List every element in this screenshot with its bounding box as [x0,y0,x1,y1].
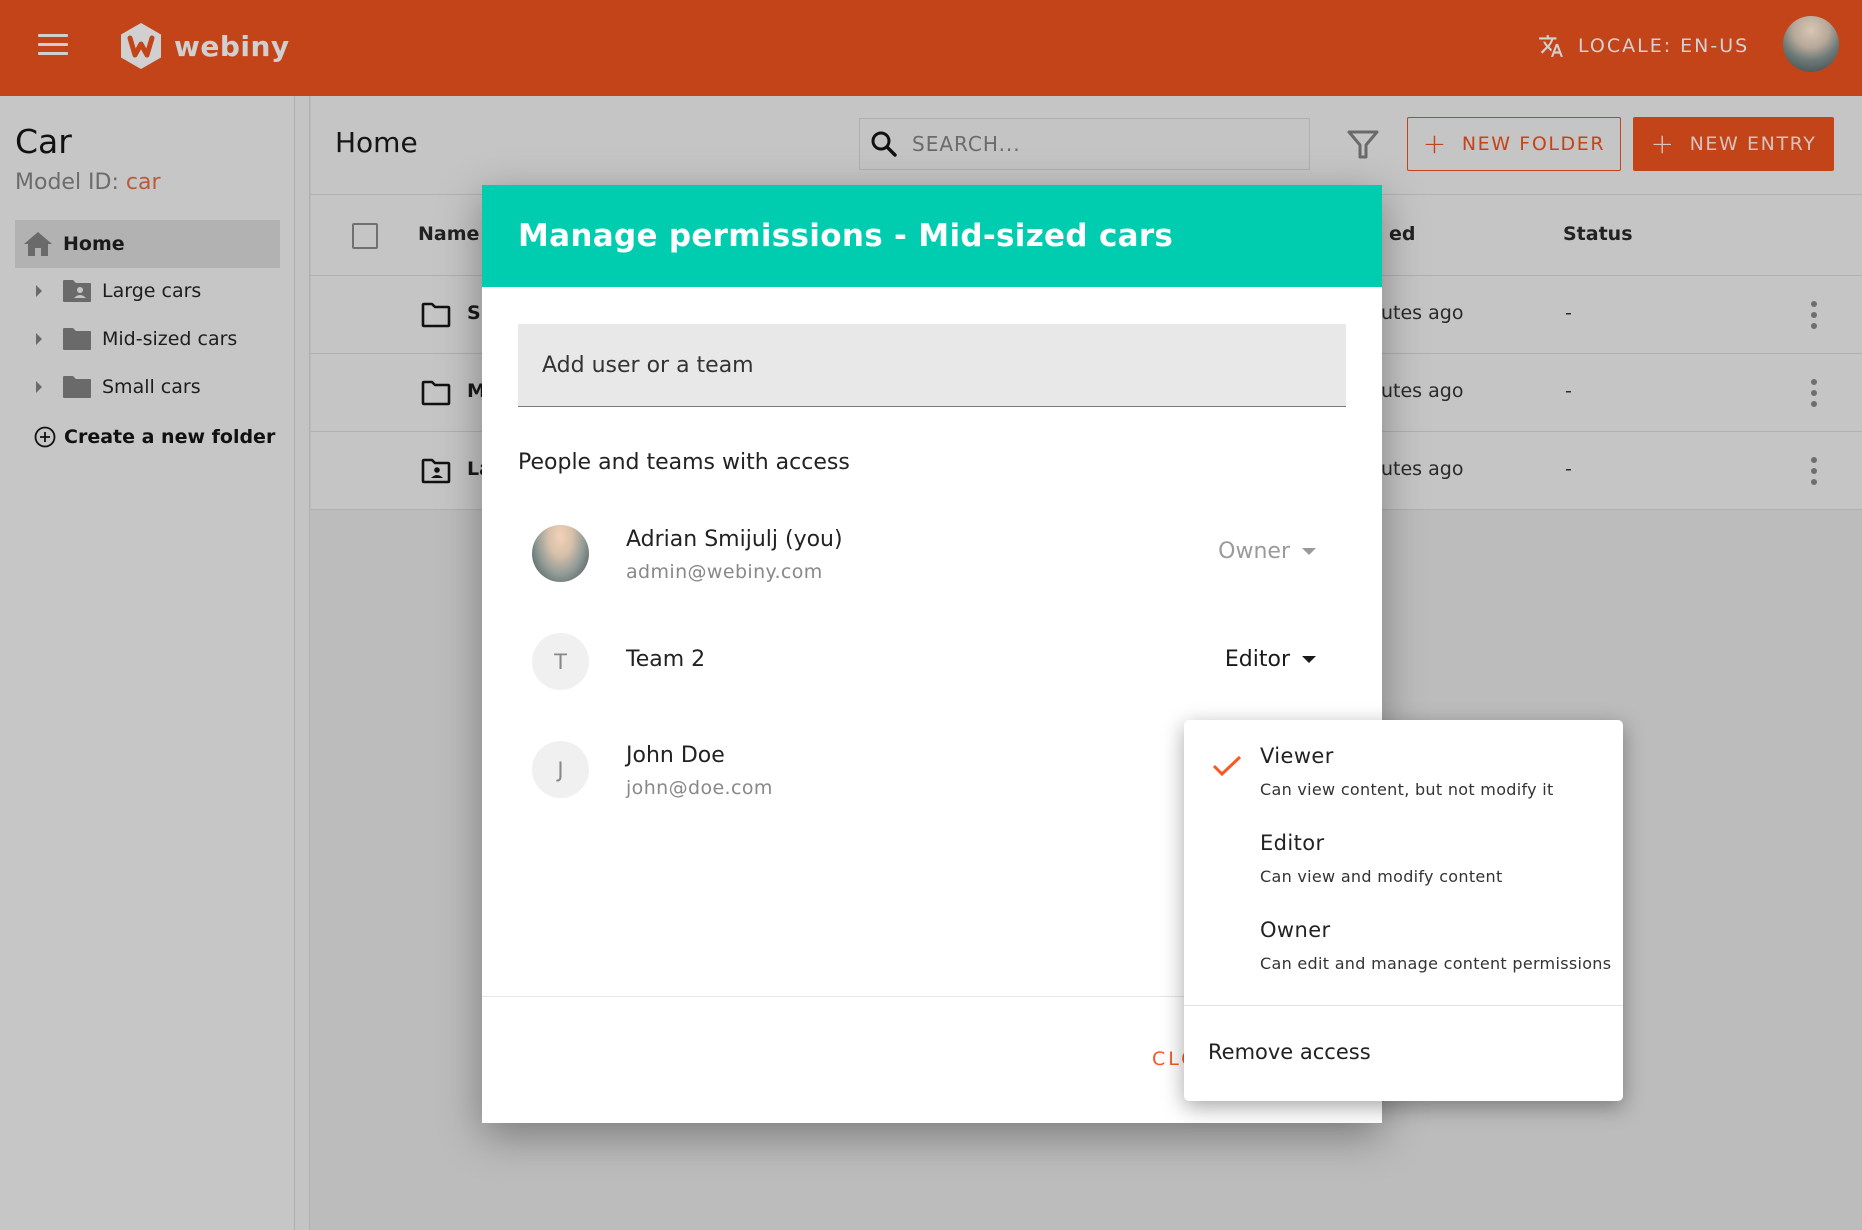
person-email: admin@webiny.com [626,561,823,583]
column-header-name[interactable]: Name [418,223,479,245]
caret-down-icon [1302,548,1316,555]
role-menu: Viewer Can view content, but not modify … [1184,720,1623,1101]
webiny-hexagon-icon [121,23,161,69]
logo-text: webiny [174,29,290,63]
row-modified: utes ago [1381,380,1464,402]
sidebar-folder-mid-sized-cars[interactable]: Mid-sized cars [30,319,237,359]
model-id-label: Model ID: [15,170,119,195]
more-options-icon[interactable] [1802,298,1826,332]
hamburger-menu-icon[interactable] [38,34,68,62]
translate-icon [1539,35,1563,57]
plus-icon: + [1650,127,1676,160]
search-icon [871,131,897,157]
add-user-input[interactable] [542,352,1322,378]
role-option-editor[interactable]: Editor Can view and modify content [1184,811,1623,893]
remove-access-button[interactable]: Remove access [1208,1040,1371,1064]
sidebar-item-label: Large cars [102,280,202,302]
new-entry-button[interactable]: + NEW ENTRY [1633,117,1834,171]
shared-folder-icon [63,280,91,302]
sidebar-item-label: Home [63,233,125,255]
new-entry-label: NEW ENTRY [1689,133,1817,155]
row-status: - [1565,458,1572,480]
user-avatar[interactable] [1783,16,1839,72]
role-option-viewer[interactable]: Viewer Can view content, but not modify … [1184,724,1623,806]
person-name: Adrian Smijulj (you) [626,527,843,552]
sidebar-folder-large-cars[interactable]: Large cars [30,271,201,311]
access-heading: People and teams with access [518,450,850,475]
main-header: Home + NEW FOLDER + NEW ENTRY [311,96,1862,195]
filter-icon[interactable] [1346,128,1380,160]
role-option-description: Can view and modify content [1260,867,1503,886]
checkmark-icon [1212,755,1242,777]
access-list-item: Adrian Smijulj (you) admin@webiny.com Ow… [532,523,1352,583]
role-option-description: Can edit and manage content permissions [1260,954,1612,973]
avatar: T [532,633,589,690]
avatar-initial: J [557,757,564,782]
sidebar-divider [295,96,310,1230]
expand-arrow-icon[interactable] [36,333,42,345]
column-header-modified[interactable]: ed [1389,223,1416,245]
add-user-field[interactable] [518,324,1346,407]
caret-down-icon [1302,656,1316,663]
locale-label: LOCALE: EN-US [1578,35,1750,57]
access-list-item: T Team 2 Editor [532,631,1352,691]
role-select[interactable]: Editor [1225,647,1316,672]
new-folder-button[interactable]: + NEW FOLDER [1407,117,1621,171]
role-select-disabled: Owner [1218,539,1316,564]
dialog-header: Manage permissions - Mid-sized cars [482,185,1382,287]
page-title: Home [335,126,418,159]
avatar [532,525,589,582]
create-folder-button[interactable]: Create a new folder [34,426,275,448]
more-options-icon[interactable] [1802,454,1826,488]
avatar-initial: T [554,649,567,674]
search-box[interactable] [859,118,1310,170]
avatar: J [532,741,589,798]
sidebar-item-label: Small cars [102,376,201,398]
select-all-checkbox[interactable] [352,223,378,249]
sidebar: Car Model ID: car Home Large cars Mid-si… [0,96,295,1230]
dialog-title: Manage permissions - Mid-sized cars [518,218,1174,254]
more-options-icon[interactable] [1802,376,1826,410]
top-bar: webiny LOCALE: EN-US [0,0,1862,96]
shared-folder-outline-icon [421,458,451,484]
menu-divider [1184,1005,1623,1006]
create-folder-label: Create a new folder [64,426,276,448]
column-header-status[interactable]: Status [1563,223,1633,245]
role-option-owner[interactable]: Owner Can edit and manage content permis… [1184,898,1623,980]
model-id: Model ID: car [15,170,161,195]
home-icon [24,232,52,256]
sidebar-folder-small-cars[interactable]: Small cars [30,367,201,407]
plus-icon: + [1422,127,1448,160]
row-status: - [1565,380,1572,402]
row-status: - [1565,302,1572,324]
folder-icon [63,328,91,350]
sidebar-item-home[interactable]: Home [15,220,280,268]
person-name: John Doe [626,743,725,768]
new-folder-label: NEW FOLDER [1461,133,1606,155]
folder-icon [63,376,91,398]
model-title: Car [15,122,72,161]
role-option-description: Can view content, but not modify it [1260,780,1554,799]
locale-selector[interactable]: LOCALE: EN-US [1538,33,1749,59]
role-option-title: Editor [1260,831,1325,855]
role-value: Owner [1218,539,1290,564]
row-modified: utes ago [1381,302,1464,324]
folder-outline-icon [421,380,451,406]
model-id-value: car [125,170,161,195]
folder-outline-icon [421,302,451,328]
person-email: john@doe.com [626,777,773,799]
webiny-logo[interactable]: webiny [120,22,290,70]
search-input[interactable] [912,132,1292,156]
expand-arrow-icon[interactable] [36,381,42,393]
sidebar-item-label: Mid-sized cars [102,328,238,350]
role-option-title: Viewer [1260,744,1334,768]
role-option-title: Owner [1260,918,1331,942]
role-value: Editor [1224,647,1290,672]
team-name: Team 2 [626,647,706,672]
row-modified: utes ago [1381,458,1464,480]
add-circle-icon [34,426,56,448]
expand-arrow-icon[interactable] [36,285,42,297]
